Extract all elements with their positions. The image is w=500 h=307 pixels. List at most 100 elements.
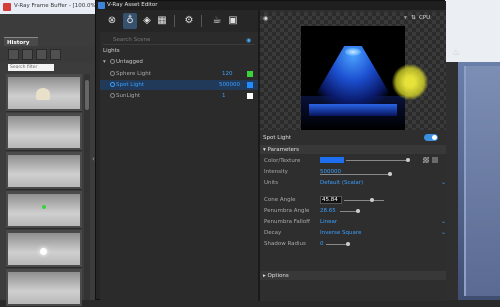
- history-thumbnail[interactable]: [6, 152, 82, 190]
- light-name: Spot Light: [116, 82, 144, 88]
- light-intensity: 1: [222, 93, 226, 99]
- toolbar-separator: [201, 15, 202, 27]
- param-row-color: Color/Texture: [260, 156, 446, 167]
- sun-light-icon: [110, 93, 115, 98]
- history-save-icon[interactable]: [8, 49, 19, 60]
- spot-light-hotspot: [345, 48, 361, 56]
- history-delete-icon[interactable]: [50, 49, 61, 60]
- group-row-untagged[interactable]: ▾ Untagged: [100, 57, 258, 67]
- dropdown-arrow-icon: ▾: [404, 15, 407, 21]
- param-label: Cone Angle: [264, 197, 296, 203]
- cone-angle-input[interactable]: 45.84: [320, 196, 342, 204]
- color-slider-knob[interactable]: [406, 158, 410, 162]
- light-intensity: 120: [222, 71, 233, 77]
- units-dropdown[interactable]: Default (Scalar): [320, 180, 363, 186]
- texture-slot-icon[interactable]: [423, 157, 429, 163]
- chevron-down-icon[interactable]: ⌄: [441, 229, 446, 236]
- history-toolbar: [0, 47, 100, 63]
- penumbra-falloff-dropdown[interactable]: Linear: [320, 219, 337, 225]
- param-row-cone-angle: Cone Angle 45.84: [260, 195, 446, 206]
- render-engine-cpu[interactable]: ▾ ⇅ CPU: [404, 15, 436, 24]
- light-color-swatch[interactable]: [247, 93, 253, 99]
- group-label: Untagged: [116, 59, 143, 65]
- cone-angle-slider-track[interactable]: [344, 200, 384, 201]
- penumbra-angle-value[interactable]: 28.65: [320, 208, 336, 214]
- shadow-radius-slider-track[interactable]: [326, 244, 346, 245]
- cone-angle-slider-knob[interactable]: [370, 198, 374, 202]
- light-row-selected[interactable]: Spot Light 500000: [100, 80, 258, 90]
- chevron-down-icon[interactable]: ⌄: [441, 179, 446, 186]
- vray-logo-icon: [3, 3, 11, 11]
- vray-logo-icon: [98, 2, 105, 9]
- param-row-intensity: Intensity 500000: [260, 167, 446, 178]
- penumbra-slider-knob[interactable]: [356, 209, 360, 213]
- param-row-shadow-radius: Shadow Radius 0: [260, 239, 446, 250]
- properties-panel: ◉ ▾ ⇅ CPU Spot Light ▾ Parameters Color/…: [260, 10, 446, 301]
- expand-arrow-icon[interactable]: ▾: [103, 59, 106, 65]
- material-sphere-icon[interactable]: ⊗: [106, 15, 118, 27]
- asset-editor-toolbar: ⊗ ♁ ◈ ▦ ⚙ ☕ ▣: [96, 10, 258, 32]
- history-compare-icon[interactable]: [22, 49, 33, 60]
- param-label: Decay: [264, 230, 282, 236]
- history-list: [6, 74, 82, 307]
- options-section-header[interactable]: ▸ Options: [260, 271, 446, 280]
- chevron-down-icon[interactable]: ⌄: [441, 218, 446, 225]
- shadow-radius-value[interactable]: 0: [320, 241, 324, 247]
- section-label: Parameters: [267, 147, 299, 153]
- param-label: Units: [264, 180, 279, 186]
- section-label: Options: [267, 273, 289, 279]
- frame-buffer-window: V-Ray Frame Buffer - [100.0% of ... Hist…: [0, 0, 110, 307]
- param-label: Intensity: [264, 169, 288, 175]
- texture-icon[interactable]: ▦: [156, 15, 168, 27]
- frame-buffer-icon[interactable]: ▣: [227, 15, 239, 27]
- lights-category-header: Lights: [103, 48, 120, 54]
- preview-mode-icon: ⇅: [411, 15, 416, 21]
- asset-list-panel: ⌕ Search Scene ◉ Lights ▾ Untagged Spher…: [100, 32, 258, 301]
- eye-icon[interactable]: ◉: [246, 37, 251, 44]
- decay-dropdown[interactable]: Inverse Square: [320, 230, 361, 236]
- light-name: SunLight: [116, 93, 141, 99]
- intensity-slider-knob[interactable]: [388, 172, 392, 176]
- light-color-swatch[interactable]: [247, 71, 253, 77]
- intensity-slider-track[interactable]: [320, 174, 392, 175]
- shadow-radius-slider-knob[interactable]: [346, 242, 350, 246]
- param-row-penumbra-falloff[interactable]: Penumbra Falloff Linear ⌄: [260, 217, 446, 228]
- history-tab[interactable]: History: [4, 37, 38, 46]
- history-thumbnail[interactable]: [6, 113, 82, 151]
- light-row[interactable]: Sphere Light 120: [100, 69, 258, 79]
- param-row-units[interactable]: Units Default (Scalar) ⌄: [260, 178, 446, 189]
- history-load-icon[interactable]: [36, 49, 47, 60]
- light-name: Sphere Light: [116, 71, 151, 77]
- light-bulb-icon[interactable]: ♁: [124, 15, 136, 27]
- scene-search-input[interactable]: Search Scene: [103, 36, 255, 45]
- preview-area: ◉ ▾ ⇅ CPU: [260, 12, 446, 130]
- settings-gear-icon[interactable]: ⚙: [183, 15, 195, 27]
- history-scrollbar-thumb[interactable]: [85, 80, 89, 110]
- light-row[interactable]: SunLight 1: [100, 91, 258, 101]
- light-preview-render: [301, 26, 405, 130]
- param-label: Penumbra Falloff: [264, 219, 310, 225]
- history-thumbnail[interactable]: [6, 74, 82, 112]
- param-label: Color/Texture: [264, 158, 301, 164]
- param-row-decay[interactable]: Decay Inverse Square ⌄: [260, 228, 446, 239]
- texture-clear-icon[interactable]: [432, 157, 438, 163]
- param-row-penumbra-angle: Penumbra Angle 28.65: [260, 206, 446, 217]
- geometry-icon[interactable]: ◈: [141, 15, 153, 27]
- preview-ledge: [309, 104, 397, 116]
- viewport-render: [464, 66, 500, 296]
- render-teapot-icon[interactable]: ☕: [211, 15, 223, 27]
- preview-visibility-icon[interactable]: ◉: [263, 15, 268, 22]
- history-thumbnail[interactable]: [6, 230, 82, 268]
- history-thumbnail[interactable]: [6, 269, 82, 307]
- history-search-input[interactable]: Search filter: [8, 64, 54, 71]
- color-slider-track[interactable]: [346, 160, 408, 161]
- frame-buffer-title: V-Ray Frame Buffer - [100.0% of ...: [0, 0, 110, 14]
- sphere-light-icon: [110, 71, 115, 76]
- tag-icon: [110, 59, 115, 64]
- teapot-icon[interactable]: ♨: [452, 48, 460, 58]
- toggle-knob: [432, 135, 437, 140]
- light-color-swatch[interactable]: [247, 82, 253, 88]
- parameters-section-header[interactable]: ▾ Parameters: [260, 145, 446, 154]
- color-swatch[interactable]: [320, 157, 344, 163]
- history-thumbnail[interactable]: [6, 191, 82, 229]
